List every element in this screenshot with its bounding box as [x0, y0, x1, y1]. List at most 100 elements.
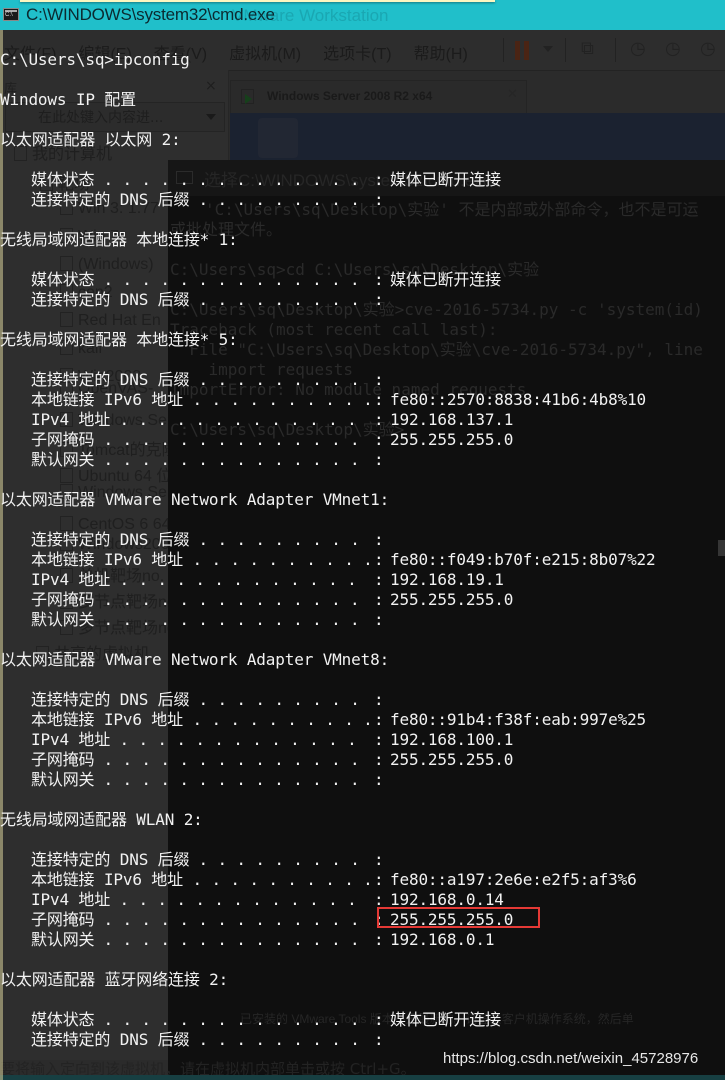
vmware-menu-tabs[interactable]: 选项卡(T)	[323, 40, 391, 64]
recycle-bin-icon[interactable]	[258, 118, 298, 158]
field-value: fe80::a197:2e6e:e2f5:af3%6	[390, 870, 637, 889]
field-colon: :	[374, 410, 384, 429]
adapter-header: 以太网适配器 VMware Network Adapter VMnet8:	[0, 650, 390, 669]
field-leader-dots: . . . . . . . . . . . . . .	[94, 930, 360, 949]
pause-icon-bar	[524, 41, 529, 60]
adapter-field-row: 连接特定的 DNS 后缀 . . . . . . . . .:	[0, 850, 725, 870]
vmware-menu-vm[interactable]: 虚拟机(M)	[229, 40, 301, 64]
adapter-header: 无线局域网适配器 WLAN 2:	[0, 810, 203, 829]
close-tab-icon[interactable]: ✕	[507, 87, 518, 102]
field-colon: :	[374, 730, 384, 749]
adapter-header: 以太网适配器 以太网 2:	[0, 130, 181, 149]
field-leader-dots: . . . . . . . . . . . . . .	[94, 770, 360, 789]
field-leader-dots: . . . . . . . . . . . . . .	[94, 170, 360, 189]
snapshot-manager-icon[interactable]: ◷	[700, 38, 716, 59]
field-value: 媒体已断开连接	[390, 1010, 501, 1029]
snapshot-revert-icon[interactable]: ◷	[665, 38, 681, 59]
library-close-icon[interactable]: ×	[205, 78, 217, 94]
adapter-field-row: 连接特定的 DNS 后缀 . . . . . . . . .:	[0, 370, 725, 390]
field-leader-dots: . . . . . . . . . . . . . .	[94, 590, 360, 609]
window-title: C:\WINDOWS\system32\cmd.exe	[26, 4, 275, 24]
field-label: 连接特定的 DNS 后缀	[31, 850, 190, 869]
field-label: IPv4 地址	[31, 570, 111, 589]
field-label: 子网掩码	[31, 910, 95, 929]
library-search-placeholder: 在此处键入内容进...	[38, 110, 164, 126]
field-label: 默认网关	[31, 930, 95, 949]
vm-tab[interactable]: Windows Server 2008 R2 x64 ✕	[230, 80, 527, 113]
adapter-header: 无线局域网适配器 本地连接* 1:	[0, 230, 238, 249]
cmd-titlebar[interactable]: C:\WINDOWS\system32\cmd.exe	[0, 0, 725, 29]
vm-icon	[60, 516, 73, 531]
field-colon: :	[374, 850, 384, 869]
cmd-icon	[3, 8, 19, 21]
field-value: 192.168.137.1	[390, 410, 514, 429]
adapter-field-row: 媒体状态 . . . . . . . . . . . . . . 媒体已断开连接:	[0, 170, 725, 190]
chevron-down-icon[interactable]	[206, 114, 216, 120]
field-leader-dots: . . . . . . . . . . . . .	[110, 410, 357, 429]
field-leader-dots: . . . . . . . . .	[189, 850, 360, 869]
adapter-field-row: IPv4 地址 . . . . . . . . . . . . . 192.168…	[0, 890, 725, 910]
adapter-field-row: 本地链接 IPv6 地址 . . . . . . . . . . fe80::f0…	[0, 550, 725, 570]
field-colon: :	[374, 710, 384, 729]
field-label: 本地链接 IPv6 地址	[31, 390, 183, 409]
adapter-header: 以太网适配器 VMware Network Adapter VMnet1:	[0, 490, 390, 509]
adapter-field-row: 连接特定的 DNS 后缀 . . . . . . . . .:	[0, 290, 725, 310]
field-value: fe80::2570:8838:41b6:4b8%10	[390, 390, 647, 409]
send-keys-icon[interactable]: ⧉	[581, 38, 594, 59]
field-colon: :	[374, 750, 384, 769]
vm-icon	[60, 468, 73, 483]
field-colon: :	[374, 930, 384, 949]
adapter-field-row: 连接特定的 DNS 后缀 . . . . . . . . .:	[0, 530, 725, 550]
field-leader-dots: . . . . . . . . . . . . . .	[94, 450, 360, 469]
field-colon: :	[374, 1010, 384, 1029]
adapter-field-row: 默认网关 . . . . . . . . . . . . . .:	[0, 610, 725, 630]
adapter-field-row: 本地链接 IPv6 地址 . . . . . . . . . . fe80::25…	[0, 390, 725, 410]
field-label: 媒体状态	[31, 270, 95, 289]
field-label: 本地链接 IPv6 地址	[31, 870, 183, 889]
field-leader-dots: . . . . . . . . . . . . . .	[94, 270, 360, 289]
field-leader-dots: . . . . . . . . .	[189, 370, 360, 389]
field-label: 连接特定的 DNS 后缀	[31, 190, 190, 209]
field-label: 默认网关	[31, 450, 95, 469]
adapter-field-row: 子网掩码 . . . . . . . . . . . . . . 255.255.…	[0, 750, 725, 770]
field-colon: :	[374, 690, 384, 709]
field-label: 媒体状态	[31, 170, 95, 189]
field-colon: :	[374, 570, 384, 589]
field-leader-dots: . . . . . . . . . . . . . .	[94, 750, 360, 769]
vmware-menu-help[interactable]: 帮助(H)	[414, 40, 468, 64]
field-colon: :	[374, 270, 384, 289]
adapter-field-row: 本地链接 IPv6 地址 . . . . . . . . . . fe80::91…	[0, 710, 725, 730]
field-label: 连接特定的 DNS 后缀	[31, 370, 190, 389]
field-leader-dots: . . . . . . . . .	[189, 690, 360, 709]
adapter-field-row: IPv4 地址 . . . . . . . . . . . . . 192.168…	[0, 570, 725, 590]
adapter-field-row: IPv4 地址 . . . . . . . . . . . . . 192.168…	[0, 730, 725, 750]
field-value: fe80::f049:b70f:e215:8b07%22	[390, 550, 656, 569]
vm-icon	[60, 312, 73, 327]
snapshot-take-icon[interactable]: ◷	[630, 38, 646, 59]
field-value: fe80::91b4:f38f:eab:997e%25	[390, 710, 647, 729]
adapter-header: 无线局域网适配器 本地连接* 5:	[0, 330, 238, 349]
dropdown-caret-icon[interactable]	[543, 46, 553, 52]
adapter-field-row: 媒体状态 . . . . . . . . . . . . . . 媒体已断开连接:	[0, 1010, 725, 1030]
field-colon: :	[374, 170, 384, 189]
field-label: IPv4 地址	[31, 730, 111, 749]
field-colon: :	[374, 390, 384, 409]
field-leader-dots: . . . . . . . . .	[189, 190, 360, 209]
field-leader-dots: . . . . . . . . . . . . .	[110, 570, 357, 589]
field-leader-dots: . . . . . . . . . .	[183, 870, 373, 889]
field-value: 255.255.255.0	[390, 430, 514, 449]
toolbar-separator	[565, 38, 566, 62]
field-value: 255.255.255.0	[390, 590, 514, 609]
adapter-field-row: IPv4 地址 . . . . . . . . . . . . . 192.168…	[0, 410, 725, 430]
field-colon: :	[374, 590, 384, 609]
vm-guest-desktop[interactable]	[230, 113, 725, 163]
field-value: 192.168.19.1	[390, 570, 504, 589]
pause-icon[interactable]	[515, 41, 520, 60]
adapter-field-row: 连接特定的 DNS 后缀 . . . . . . . . .:	[0, 1030, 725, 1050]
field-label: 子网掩码	[31, 750, 95, 769]
background-cmd-line: File "C:\Users\sq\Desktop\实验\cve-2016-57…	[170, 340, 703, 359]
toolbar-separator	[615, 38, 616, 62]
field-colon: :	[374, 530, 384, 549]
tree-item[interactable]: Red Hat En	[60, 312, 161, 330]
field-value: 媒体已断开连接	[390, 170, 501, 189]
